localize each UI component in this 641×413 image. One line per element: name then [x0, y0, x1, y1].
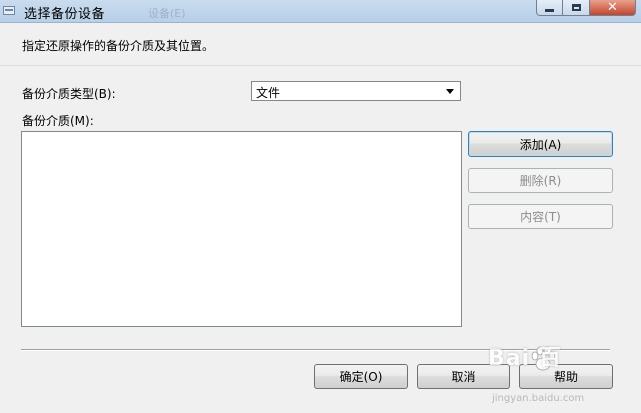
maximize-icon — [571, 4, 581, 11]
backup-media-list[interactable] — [21, 131, 462, 327]
help-button[interactable]: 帮助 — [519, 364, 613, 389]
select-backup-device-dialog: 选择备份设备 设备(E) ✕ 指定还原操作的备份介质及其位置。 备份介质类型(B… — [0, 0, 641, 413]
contents-button[interactable]: 内容(T) — [468, 204, 613, 229]
background-ghost-text: 设备(E) — [148, 7, 186, 20]
close-icon: ✕ — [607, 0, 618, 15]
remove-button[interactable]: 删除(R) — [468, 168, 613, 193]
backup-media-type-select[interactable]: 文件 — [251, 81, 461, 101]
window-title: 选择备份设备 — [24, 7, 106, 22]
dialog-icon — [3, 6, 15, 15]
ok-button[interactable]: 确定(O) — [314, 364, 408, 389]
backup-media-label: 备份介质(M): — [22, 114, 94, 128]
chevron-down-icon[interactable] — [446, 89, 454, 94]
title-bar[interactable]: 选择备份设备 设备(E) ✕ — [0, 0, 641, 23]
backup-media-type-value: 文件 — [256, 86, 281, 100]
watermark-url: jingyan.baidu.com — [492, 393, 585, 404]
add-button[interactable]: 添加(A) — [468, 131, 613, 157]
backup-media-type-label: 备份介质类型(B): — [22, 87, 116, 101]
footer-divider — [21, 349, 610, 351]
minimize-button[interactable] — [536, 0, 563, 16]
header-divider — [0, 65, 641, 66]
minimize-icon — [545, 9, 554, 12]
maximize-button[interactable] — [563, 0, 590, 16]
instruction-text: 指定还原操作的备份介质及其位置。 — [22, 39, 215, 53]
cancel-button[interactable]: 取消 — [417, 364, 510, 389]
close-button[interactable]: ✕ — [590, 0, 636, 16]
